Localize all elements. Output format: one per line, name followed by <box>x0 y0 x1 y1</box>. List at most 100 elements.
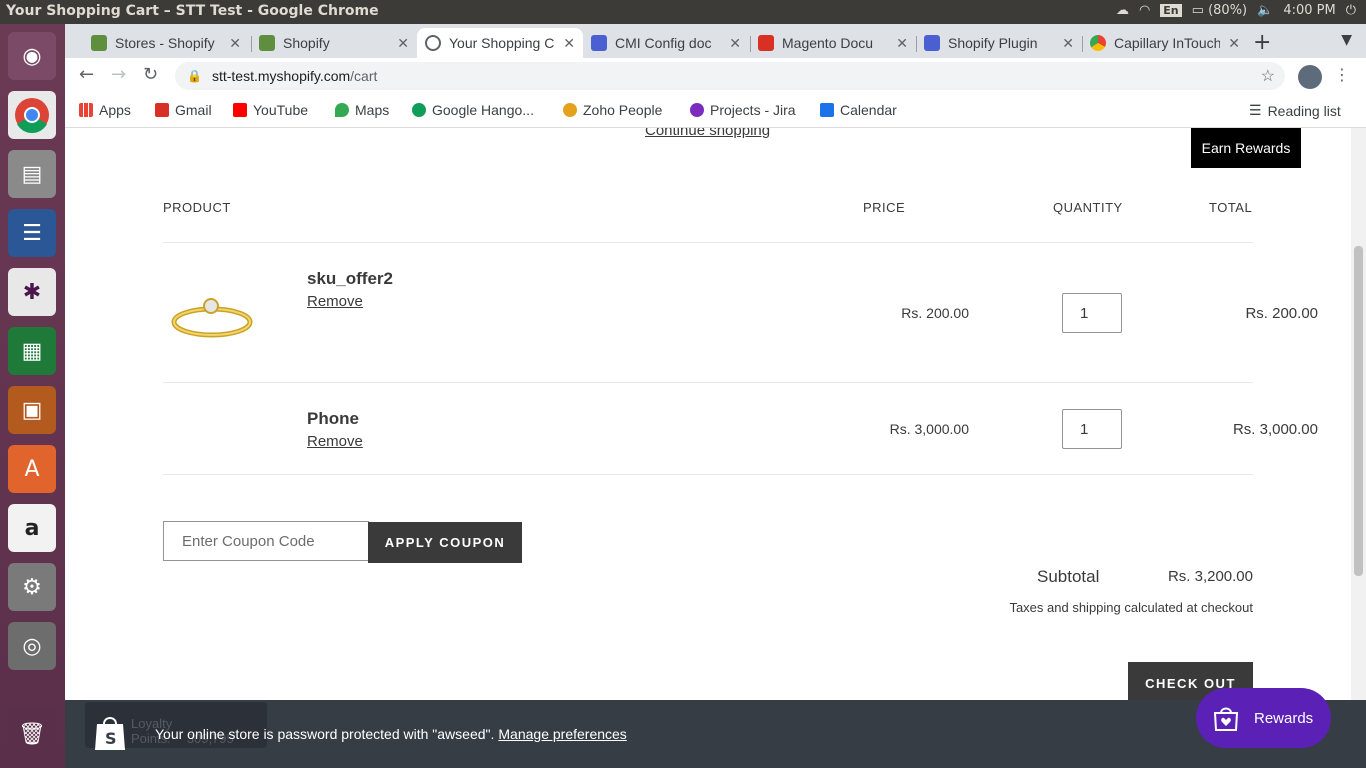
close-icon[interactable]: ✕ <box>397 35 409 52</box>
bookmark-hangouts[interactable]: Google Hango... <box>412 102 534 118</box>
bookmark-star-icon[interactable]: ☆ <box>1261 66 1275 86</box>
bookmark-jira[interactable]: Projects - Jira <box>690 102 796 118</box>
close-icon[interactable]: ✕ <box>563 35 575 52</box>
files-icon[interactable]: ▤ <box>8 150 56 198</box>
wifi-icon[interactable]: ◠ <box>1139 3 1150 18</box>
tab-label: Stores - Shopify <box>115 35 215 51</box>
header-price: PRICE <box>863 200 906 215</box>
camera-icon[interactable]: ◎ <box>8 622 56 670</box>
slack-icon[interactable]: ✱ <box>8 268 56 316</box>
apps-grid-icon <box>79 103 93 117</box>
writer-icon[interactable]: ☰ <box>8 209 56 257</box>
page-scrollbar[interactable] <box>1351 128 1366 700</box>
globe-icon <box>425 35 441 51</box>
tab-label: Capillary InTouch <box>1114 35 1221 51</box>
product-name[interactable]: sku_offer2 <box>307 269 393 289</box>
tab-stores-shopify[interactable]: Stores - Shopify ✕ <box>83 28 249 58</box>
divider <box>163 474 1253 475</box>
gmail-icon <box>155 103 169 117</box>
header-quantity: QUANTITY <box>1053 200 1123 215</box>
tab-shopify-plugin[interactable]: Shopify Plugin ✕ <box>916 28 1082 58</box>
profile-avatar[interactable] <box>1298 65 1322 89</box>
remove-link[interactable]: Remove <box>307 433 363 450</box>
reload-icon[interactable]: ↻ <box>143 64 158 85</box>
tab-cmi-config[interactable]: CMI Config doc ✕ <box>583 28 749 58</box>
header-total: TOTAL <box>1209 200 1253 215</box>
hangouts-icon <box>412 103 426 117</box>
earn-rewards-button[interactable]: Earn Rewards <box>1191 128 1301 168</box>
subtotal-value: Rs. 3,200.00 <box>1167 568 1253 585</box>
scrollbar-thumb[interactable] <box>1354 246 1363 576</box>
new-tab-icon[interactable]: + <box>1253 30 1271 55</box>
launcher: ◉ ▤ ☰ ✱ ▦ ▣ A a ⚙ ◎ 🗑 <box>0 24 65 768</box>
clock[interactable]: 4:00 PM <box>1283 3 1335 18</box>
rewards-bag-icon <box>1213 707 1239 731</box>
bookmark-gmail[interactable]: Gmail <box>155 102 212 118</box>
tab-shopify[interactable]: Shopify ✕ <box>251 28 417 58</box>
battery-indicator[interactable]: ▭ (80%) <box>1192 3 1247 18</box>
calc-icon[interactable]: ▦ <box>8 327 56 375</box>
item-price: Rs. 3,000.00 <box>889 421 969 437</box>
weather-icon[interactable]: ☁ <box>1116 3 1129 18</box>
tab-strip: Stores - Shopify ✕ Shopify ✕ Your Shoppi… <box>65 24 1366 58</box>
browser-toolbar: ← → ↻ 🔒 stt-test.myshopify.com/cart ☆ ⋮ <box>65 58 1366 94</box>
lock-icon[interactable]: 🔒 <box>187 69 202 83</box>
power-icon[interactable]: ⏻ <box>1346 3 1356 18</box>
continue-shopping-link[interactable]: Continue shopping <box>645 128 770 139</box>
bookmarks-bar: Apps Gmail YouTube Maps Google Hango... … <box>65 94 1366 128</box>
subtotal-label: Subtotal <box>1037 567 1100 586</box>
maps-pin-icon <box>335 103 349 117</box>
tab-magento-docu[interactable]: Magento Docu ✕ <box>750 28 916 58</box>
url-path: /cart <box>350 68 378 84</box>
close-icon[interactable]: ✕ <box>896 35 908 52</box>
chrome-icon[interactable] <box>8 91 56 139</box>
close-icon[interactable]: ✕ <box>729 35 741 52</box>
shopify-bag-icon: S <box>95 717 125 750</box>
close-icon[interactable]: ✕ <box>229 35 241 52</box>
tab-capillary[interactable]: Capillary InTouch ✕ <box>1082 28 1248 58</box>
amazon-icon[interactable]: a <box>8 504 56 552</box>
quantity-input[interactable]: 1 <box>1062 293 1122 333</box>
back-icon[interactable]: ← <box>79 64 94 85</box>
ubuntu-dash-icon[interactable]: ◉ <box>8 32 56 80</box>
bookmark-zoho[interactable]: Zoho People <box>563 102 662 118</box>
tab-search-icon[interactable]: ▼ <box>1341 32 1352 48</box>
bookmark-label: YouTube <box>253 102 309 118</box>
reading-list[interactable]: ☰ Reading list <box>1249 102 1341 119</box>
banner-message-row: Your online store is password protected … <box>155 726 627 742</box>
close-icon[interactable]: ✕ <box>1062 35 1074 52</box>
battery-icon: ▭ <box>1191 3 1204 18</box>
keyboard-language[interactable]: En <box>1160 4 1182 17</box>
rewards-button[interactable]: Rewards <box>1196 688 1331 748</box>
coupon-input[interactable]: Enter Coupon Code <box>163 521 369 561</box>
impress-icon[interactable]: ▣ <box>8 386 56 434</box>
remove-link[interactable]: Remove <box>307 293 363 310</box>
battery-percent: (80%) <box>1208 3 1248 18</box>
volume-icon[interactable]: 🔈 <box>1257 3 1273 18</box>
bookmark-calendar[interactable]: Calendar <box>820 102 897 118</box>
tab-your-shopping-cart[interactable]: Your Shopping Cart ✕ <box>417 28 583 58</box>
quantity-input[interactable]: 1 <box>1062 409 1122 449</box>
menu-icon[interactable]: ⋮ <box>1334 65 1350 84</box>
item-total: Rs. 200.00 <box>1245 305 1318 322</box>
bookmark-maps[interactable]: Maps <box>335 102 389 118</box>
system-tray[interactable]: ☁ ◠ En ▭ (80%) 🔈 4:00 PM ⏻ <box>1116 3 1356 18</box>
forward-icon[interactable]: → <box>111 64 126 85</box>
settings-icon[interactable]: ⚙ <box>8 563 56 611</box>
ring-product-image[interactable] <box>169 288 255 340</box>
url-host: stt-test.myshopify.com <box>211 68 351 84</box>
manage-preferences-link[interactable]: Manage preferences <box>498 726 626 742</box>
trash-icon[interactable]: 🗑 <box>8 710 56 758</box>
item-price: Rs. 200.00 <box>901 305 969 321</box>
address-bar[interactable]: 🔒 stt-test.myshopify.com/cart ☆ <box>175 62 1285 90</box>
bookmark-apps[interactable]: Apps <box>79 102 131 118</box>
apply-coupon-button[interactable]: APPLY COUPON <box>368 522 522 563</box>
bookmark-youtube[interactable]: YouTube <box>233 102 308 118</box>
tab-label: Magento Docu <box>782 35 874 51</box>
header-product: PRODUCT <box>163 200 231 215</box>
gmail-icon <box>758 35 774 51</box>
software-center-icon[interactable]: A <box>8 445 56 493</box>
product-name[interactable]: Phone <box>307 409 359 429</box>
close-icon[interactable]: ✕ <box>1228 35 1240 52</box>
item-total: Rs. 3,000.00 <box>1232 421 1318 438</box>
